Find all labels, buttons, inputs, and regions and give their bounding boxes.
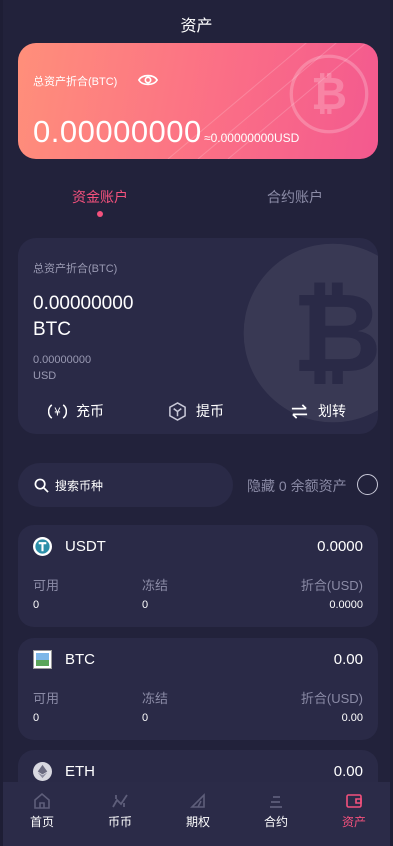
search-icon: [34, 478, 49, 493]
nav-label: 币币: [107, 815, 132, 829]
nav-label: 期权: [185, 815, 210, 829]
deposit-label: 充币: [76, 403, 104, 419]
eye-icon[interactable]: [138, 72, 158, 88]
svg-text:₿: ₿: [311, 69, 347, 120]
account-total-usd: 0.00000000 USD: [33, 352, 133, 384]
coin-name: ETH: [65, 763, 95, 780]
svg-text:₿: ₿: [292, 269, 378, 397]
deposit-icon: ¥: [48, 403, 67, 419]
coin-search-input[interactable]: 搜索币种: [18, 463, 233, 507]
frozen-value: 0: [142, 712, 149, 724]
coin-balance: 0.00: [333, 763, 363, 780]
total-assets-card: ₿ 总资产折合(BTC) 0.00000000 ≈0.00000000USD: [18, 43, 378, 159]
tab-contract-account[interactable]: 合约账户: [267, 187, 323, 207]
account-total-label: 总资产折合(BTC): [33, 263, 118, 275]
broken-image-icon: [33, 650, 52, 669]
active-tab-indicator: [97, 211, 103, 217]
coin-card-btc[interactable]: BTC 0.00 可用 冻结 折合(USD) 0 0 0.00: [18, 638, 378, 740]
frozen-header: 冻结: [142, 578, 169, 593]
deposit-button[interactable]: ¥ 充币: [48, 401, 104, 421]
nav-item-assets[interactable]: 资产: [324, 792, 384, 830]
available-value: 0: [33, 599, 40, 611]
coin-card-usdt[interactable]: USDT 0.0000 可用 冻结 折合(USD) 0 0 0.0000: [18, 525, 378, 627]
bitcoin-watermark-icon: ₿: [243, 243, 378, 423]
nav-label: 资产: [341, 815, 366, 829]
spot-trade-icon: [112, 794, 128, 808]
withdraw-button[interactable]: 提币: [168, 401, 224, 421]
converted-value: 0.0000: [329, 599, 363, 611]
converted-header: 折合(USD): [300, 691, 363, 706]
account-total-amount: 0.00000000 BTC: [33, 293, 134, 340]
coin-name: BTC: [65, 651, 95, 668]
bottom-nav: 首页 币币 期权 合约 资产: [3, 782, 390, 846]
available-header: 可用: [33, 691, 60, 706]
nav-item-contract[interactable]: 合约: [246, 792, 306, 830]
page-title: 资产: [180, 18, 213, 35]
withdraw-icon: [169, 401, 186, 421]
account-summary-card: ₿ 总资产折合(BTC) 0.00000000 BTC 0.00000000 U…: [18, 238, 378, 434]
transfer-button[interactable]: 划转: [290, 401, 346, 421]
total-assets-usd: ≈0.00000000USD: [204, 131, 300, 145]
home-icon: [34, 792, 50, 809]
bitcoin-watermark-icon: ₿: [289, 54, 369, 134]
available-value: 0: [33, 712, 40, 724]
tether-icon: [33, 537, 52, 556]
coin-balance: 0.00: [333, 651, 363, 668]
account-usd-value: 0.00000000: [33, 354, 92, 366]
converted-header: 折合(USD): [300, 578, 363, 593]
search-placeholder: 搜索币种: [55, 478, 104, 493]
coin-name: USDT: [65, 538, 106, 555]
total-assets-amount: 0.00000000: [33, 114, 202, 149]
converted-value: 0.00: [341, 712, 363, 724]
ethereum-icon: [33, 762, 52, 781]
hide-zero-balance-label: 隐藏 0 余额资产: [247, 478, 347, 494]
account-usd-unit: USD: [33, 370, 57, 382]
svg-text:¥: ¥: [54, 406, 61, 418]
nav-label: 合约: [263, 815, 288, 829]
nav-item-options[interactable]: 期权: [168, 792, 228, 830]
contract-icon: [270, 796, 282, 808]
frozen-value: 0: [142, 599, 149, 611]
frozen-header: 冻结: [142, 691, 169, 706]
account-tabs: 资金账户 合约账户: [3, 187, 390, 221]
assets-screen: 资产 ₿ 总资产折合(BTC) 0.00000000 ≈0.00000000US…: [3, 0, 390, 846]
wallet-icon: [346, 794, 362, 808]
nav-item-spot[interactable]: 币币: [90, 792, 150, 830]
transfer-icon: [291, 403, 308, 419]
total-assets-label: 总资产折合(BTC): [33, 76, 118, 88]
options-icon: [190, 793, 205, 808]
tab-funding-account[interactable]: 资金账户: [72, 187, 128, 207]
account-actions: ¥ 充币 提币 划转: [18, 401, 378, 425]
nav-item-home[interactable]: 首页: [12, 792, 72, 830]
coin-balance: 0.0000: [317, 538, 363, 555]
available-header: 可用: [33, 578, 60, 593]
withdraw-label: 提币: [196, 403, 224, 419]
hide-zero-balance-toggle[interactable]: [357, 474, 378, 495]
nav-label: 首页: [29, 815, 54, 829]
transfer-label: 划转: [318, 403, 346, 419]
